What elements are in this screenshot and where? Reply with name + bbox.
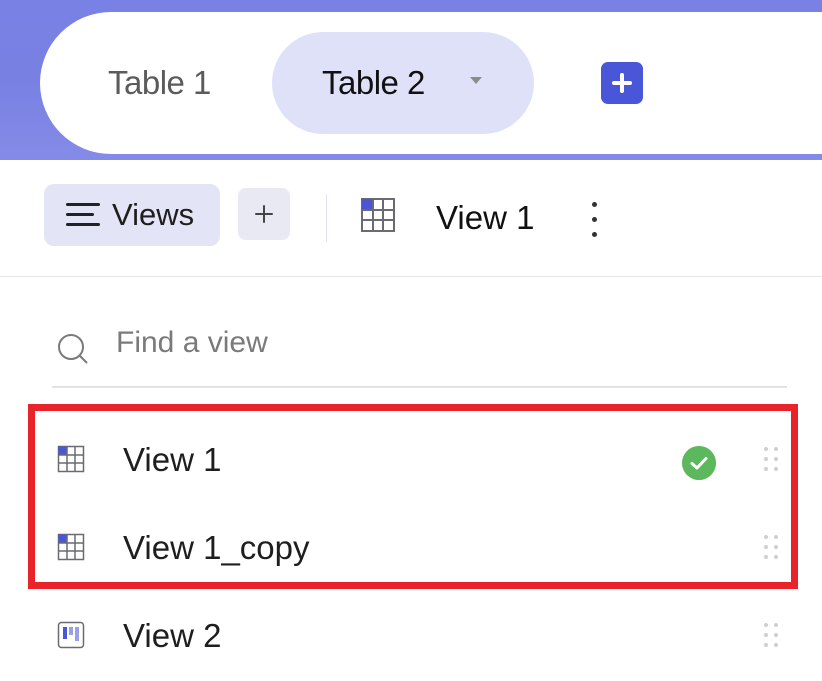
view-name: View 2 [123, 617, 222, 654]
tab-label: Table 1 [108, 64, 211, 101]
grid-view-icon [57, 533, 85, 561]
table-tab-bar: Table 1 Table 2 [40, 12, 822, 154]
more-options-icon[interactable] [588, 200, 600, 240]
drag-handle-icon[interactable] [762, 621, 782, 653]
search-input[interactable] [114, 322, 758, 364]
drag-handle-icon[interactable] [762, 533, 782, 565]
current-view-title: View 1 [436, 199, 535, 236]
add-table-button[interactable] [601, 62, 643, 104]
list-item[interactable]: View 1_copy [40, 505, 800, 593]
toolbar-divider [326, 194, 327, 242]
views-toggle-button[interactable]: Views [44, 184, 220, 246]
check-circle-icon [682, 446, 716, 480]
grid-view-icon [361, 198, 395, 232]
grid-view-icon [57, 445, 85, 473]
view-name: View 1 [123, 441, 222, 478]
search-icon [58, 334, 88, 364]
view-name: View 1_copy [123, 529, 310, 566]
add-view-button[interactable] [238, 188, 290, 240]
view-toolbar: Views View 1 [0, 160, 822, 277]
tab-label: Table 2 [322, 64, 425, 101]
kanban-view-icon [57, 621, 85, 649]
views-button-label: Views [112, 197, 195, 232]
list-item[interactable]: View 1 [40, 417, 800, 505]
list-item[interactable]: View 2 [40, 593, 800, 681]
drag-handle-icon[interactable] [762, 445, 782, 477]
tab-table-1[interactable]: Table 1 [108, 32, 211, 134]
view-search [52, 308, 787, 388]
menu-icon [66, 203, 100, 227]
chevron-down-icon[interactable] [470, 77, 482, 84]
tab-table-2[interactable]: Table 2 [272, 32, 534, 134]
